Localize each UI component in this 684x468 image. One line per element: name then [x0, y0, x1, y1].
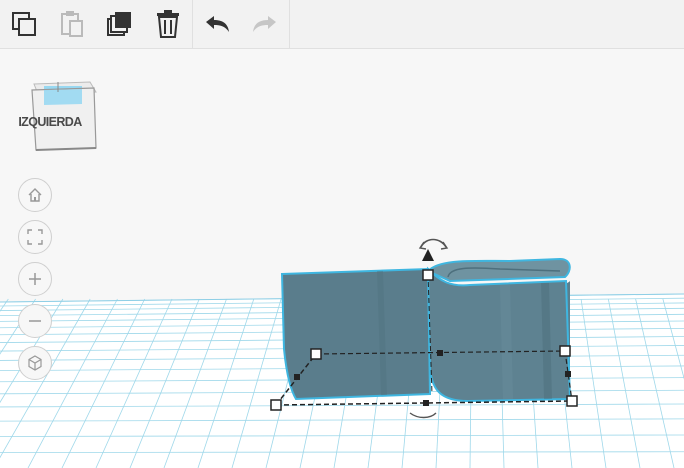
redo-icon [253, 16, 276, 32]
plus-icon [29, 273, 41, 285]
home-icon [28, 188, 42, 202]
paste-button[interactable] [48, 0, 96, 48]
fit-to-view-icon [27, 229, 43, 245]
workplane-viewport[interactable] [0, 49, 684, 468]
duplicate-icon [107, 12, 131, 36]
corner-handle[interactable] [310, 348, 322, 360]
home-view-button[interactable] [18, 178, 52, 212]
workplane-grid[interactable] [0, 49, 684, 468]
edge-handle[interactable] [437, 350, 443, 356]
paste-icon [61, 11, 83, 37]
copy-button[interactable] [0, 0, 48, 48]
zoom-out-button[interactable] [18, 304, 52, 338]
edit-tools-group [0, 0, 193, 48]
edge-handle[interactable] [423, 400, 429, 406]
trash-icon [157, 10, 179, 38]
edge-handle[interactable] [294, 374, 300, 380]
redo-button[interactable] [241, 0, 289, 48]
undo-icon [206, 16, 229, 32]
minus-icon [29, 320, 41, 322]
copy-icon [12, 12, 36, 36]
fit-view-button[interactable] [18, 220, 52, 254]
history-tools-group [193, 0, 290, 48]
projection-button[interactable] [18, 346, 52, 380]
duplicate-button[interactable] [96, 0, 144, 48]
top-toolbar [0, 0, 684, 49]
undo-button[interactable] [193, 0, 241, 48]
corner-handle[interactable] [566, 395, 578, 407]
zoom-in-button[interactable] [18, 262, 52, 296]
lift-arrow-icon[interactable] [422, 249, 434, 261]
view-cube-face-label[interactable]: IZQUIERDA [4, 115, 96, 129]
delete-button[interactable] [144, 0, 192, 48]
rotate-handle-icon[interactable] [420, 238, 447, 248]
height-handle[interactable] [422, 269, 434, 281]
corner-handle[interactable] [559, 345, 571, 357]
edge-handle[interactable] [565, 371, 571, 377]
corner-handle[interactable] [270, 399, 282, 411]
cube-icon [28, 355, 42, 371]
